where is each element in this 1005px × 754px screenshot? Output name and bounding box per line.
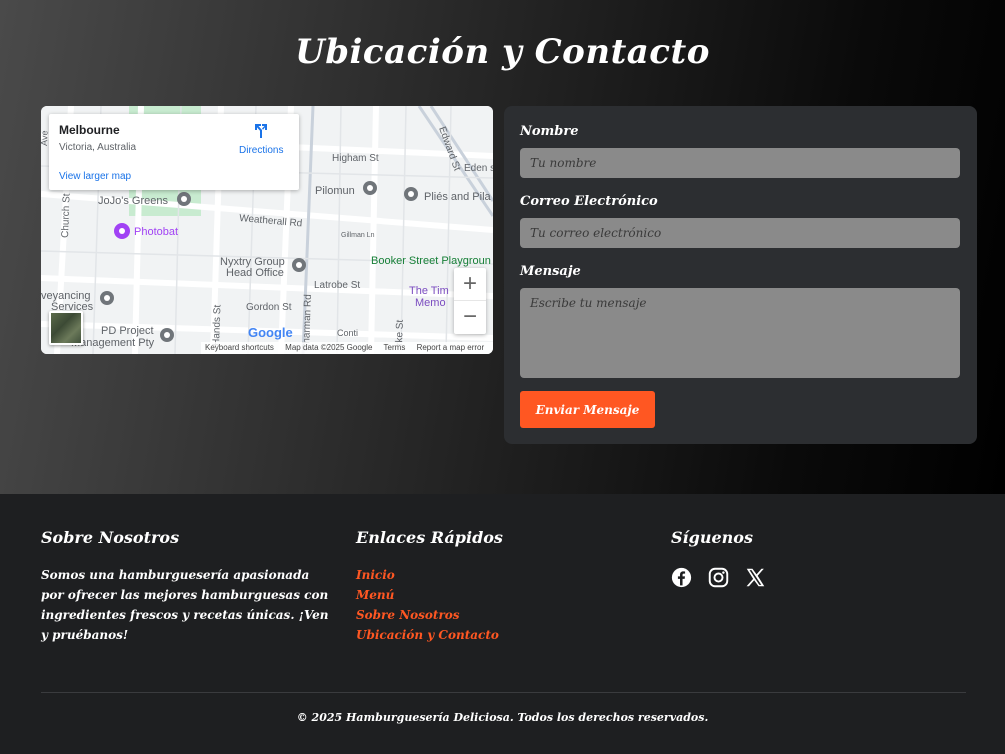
report-error-link[interactable]: Report a map error bbox=[417, 343, 485, 352]
map-place-card: Melbourne Victoria, Australia View large… bbox=[49, 114, 299, 190]
map-label: Head Office bbox=[226, 267, 284, 279]
directions-link[interactable]: Directions bbox=[239, 145, 283, 156]
message-textarea[interactable] bbox=[520, 288, 960, 378]
email-input[interactable] bbox=[520, 218, 960, 248]
map-data-text: Map data ©2025 Google bbox=[285, 343, 373, 352]
footer-link-sobre-nosotros[interactable]: Sobre Nosotros bbox=[356, 605, 499, 625]
map-label: Memo bbox=[415, 297, 446, 309]
submit-button[interactable]: Enviar Mensaje bbox=[520, 391, 655, 428]
copyright-text: © 2025 Hamburguesería Deliciosa. Todos l… bbox=[296, 711, 709, 724]
social-links bbox=[671, 567, 766, 588]
map-attribution: Keyboard shortcuts Map data ©2025 Google… bbox=[201, 342, 493, 354]
contact-form: Nombre Correo Electrónico Mensaje Enviar… bbox=[504, 106, 977, 444]
map-label: The Tim bbox=[409, 285, 449, 297]
map-label: JoJo's Greens bbox=[98, 195, 168, 207]
view-larger-map-link[interactable]: View larger map bbox=[59, 171, 131, 182]
map-label: Pilomun bbox=[315, 185, 355, 197]
zoom-out-button[interactable]: − bbox=[454, 301, 486, 334]
zoom-in-button[interactable]: + bbox=[454, 268, 486, 301]
quick-links-title: Enlaces Rápidos bbox=[356, 528, 503, 547]
terms-link[interactable]: Terms bbox=[384, 343, 406, 352]
section-title: Ubicación y Contacto bbox=[295, 32, 710, 72]
map-label: Booker Street Playgroun bbox=[371, 255, 491, 267]
map-label: Gordon St bbox=[246, 302, 292, 313]
name-input[interactable] bbox=[520, 148, 960, 178]
zoom-controls: + − bbox=[454, 268, 486, 334]
satellite-toggle[interactable] bbox=[49, 311, 83, 345]
social-title: Síguenos bbox=[671, 528, 753, 547]
map-label: Gillman Ln bbox=[341, 232, 375, 239]
map-label: Photobat bbox=[134, 226, 178, 238]
about-title: Sobre Nosotros bbox=[41, 528, 180, 547]
map-label: Church St bbox=[60, 193, 73, 238]
map-label: Latrobe St bbox=[314, 280, 360, 291]
map-label: Hands St bbox=[211, 304, 223, 346]
map-place-region: Victoria, Australia bbox=[59, 142, 137, 153]
name-label: Nombre bbox=[520, 124, 579, 139]
directions-icon[interactable] bbox=[252, 122, 270, 140]
quick-links-list: Inicio Menú Sobre Nosotros Ubicación y C… bbox=[356, 565, 499, 645]
footer-link-menu[interactable]: Menú bbox=[356, 585, 499, 605]
footer-link-ubicacion[interactable]: Ubicación y Contacto bbox=[356, 625, 499, 645]
about-text: Somos una hamburguesería apasionada por … bbox=[41, 568, 329, 642]
google-logo: Google bbox=[248, 325, 293, 340]
keyboard-shortcuts-link[interactable]: Keyboard shortcuts bbox=[205, 343, 274, 352]
message-label: Mensaje bbox=[520, 264, 581, 279]
embedded-map[interactable]: JoJo's Greens Photobat Pilomun Pliés and… bbox=[41, 106, 493, 354]
map-label: PD Project bbox=[101, 325, 154, 337]
email-label: Correo Electrónico bbox=[520, 194, 658, 209]
facebook-icon[interactable] bbox=[671, 567, 692, 588]
map-label: Conti bbox=[337, 328, 358, 338]
instagram-icon[interactable] bbox=[708, 567, 729, 588]
x-icon[interactable] bbox=[745, 567, 766, 588]
contact-section: Ubicación y Contacto JoJo's Greens Photo… bbox=[0, 0, 1005, 494]
footer-divider bbox=[41, 692, 966, 693]
map-place-name: Melbourne bbox=[59, 123, 120, 137]
map-label: Management Pty bbox=[71, 337, 155, 349]
map-label: Pliés and Pila bbox=[424, 191, 492, 203]
footer-link-inicio[interactable]: Inicio bbox=[356, 565, 499, 585]
map-label: Eden s bbox=[464, 163, 493, 174]
map-label: Higham St bbox=[332, 153, 379, 164]
